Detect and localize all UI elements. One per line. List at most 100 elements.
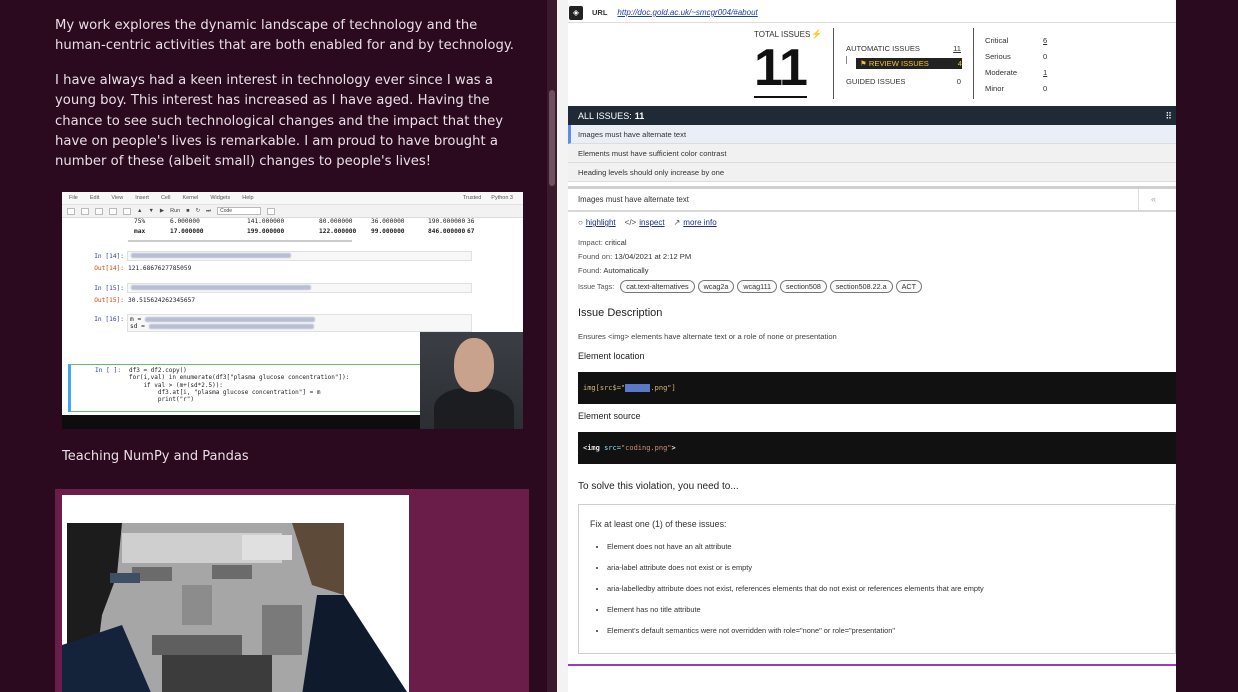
- url-label: URL: [592, 8, 608, 17]
- total-issues-count: 11: [754, 39, 808, 98]
- nb-menu-file: File: [69, 195, 78, 201]
- found-on-value: 13/04/2021 at 2:12 PM: [614, 252, 692, 261]
- intro-paragraph: My work explores the dynamic landscape o…: [55, 18, 514, 54]
- nb-menu-insert: Insert: [135, 195, 149, 201]
- notebook-toolbar: ▲ ▼ ▶ Run ■ ↻ ⏭ Code: [62, 205, 523, 218]
- element-location-title: Element location: [578, 351, 645, 361]
- severity-minor: Minor 0: [985, 84, 1048, 93]
- issue-list-item[interactable]: Elements must have sufficient color cont…: [568, 144, 1176, 163]
- review-issues-count[interactable]: 4: [952, 59, 962, 68]
- move-down-icon: ▼: [148, 208, 154, 214]
- solve-violation-title: To solve this violation, you need to...: [578, 481, 739, 492]
- cell-prompt: In [15]:: [94, 285, 124, 292]
- automatic-issues-count[interactable]: 11: [951, 44, 961, 53]
- list-item: Element does not have an alt attribute: [607, 542, 984, 563]
- lightning-icon: ⚡: [811, 29, 823, 39]
- highlight-button[interactable]: ○ highlight: [578, 218, 616, 227]
- nb-menu-widgets: Widgets: [210, 195, 231, 201]
- tag-badge: section508.22.a: [829, 280, 893, 293]
- review-issues-row[interactable]: ⚑ REVIEW ISSUES 4: [856, 58, 962, 69]
- cell-prompt: In [ ]:: [95, 367, 122, 374]
- inspect-button[interactable]: </> inspect: [625, 218, 665, 227]
- table-scrollbar: [128, 240, 352, 242]
- nb-menu-view: View: [111, 195, 124, 201]
- tool-logo-icon: ◈: [569, 5, 583, 20]
- severity-moderate[interactable]: Moderate 1: [985, 68, 1053, 77]
- issue-detail-title: Images must have alternate text: [578, 195, 689, 204]
- save-icon: [67, 207, 75, 215]
- nb-menu-cell: Cell: [160, 195, 171, 201]
- fix-list: Element does not have an alt attribute a…: [607, 542, 984, 647]
- keyboard-icon: [267, 207, 276, 215]
- divider: [568, 664, 1176, 666]
- severity-serious: Serious 0: [985, 52, 1048, 61]
- tag-badge: ACT: [895, 280, 922, 293]
- issue-detail-header: Images must have alternate text «: [568, 186, 1176, 212]
- all-issues-header: ALL ISSUES: 11 ⠿: [568, 106, 1176, 125]
- cell-prompt: In [14]:: [94, 253, 124, 260]
- list-item: Element has no title attribute: [607, 605, 984, 626]
- nb-menu-kernel: Kernel: [182, 195, 199, 201]
- issue-list-item[interactable]: Images must have alternate text: [568, 125, 1176, 144]
- tag-badge: wcag2a: [697, 280, 735, 293]
- run-label: Run: [170, 208, 181, 214]
- code-icon: </>: [624, 218, 637, 227]
- code-editor[interactable]: df3 = df2.copy() for(i,val) in enumerate…: [129, 367, 349, 403]
- portfolio-page: My work explores the dynamic landscape o…: [0, 0, 557, 692]
- paste-icon: [123, 207, 131, 215]
- blurred-code: [131, 284, 311, 290]
- url-bar: ◈ URL http://doc.gold.ac.uk/~smcgr004/#a…: [568, 3, 1176, 23]
- background-paragraph: I have always had a keen interest in tec…: [55, 73, 504, 170]
- cell-type-select: Code: [217, 207, 262, 215]
- accessibility-checker: ◈ URL http://doc.gold.ac.uk/~smcgr004/#a…: [557, 0, 1238, 692]
- active-code-cell[interactable]: In [ ]: df3 = df2.copy() for(i,val) in e…: [68, 364, 473, 412]
- nb-menu-edit: Edit: [89, 195, 100, 201]
- total-issues-label: TOTAL ISSUES: [754, 30, 811, 39]
- issues-summary: TOTAL ISSUES ⚡ 11 AUTOMATIC ISSUES 11 ⚑ …: [568, 24, 1176, 105]
- webcam-overlay: [420, 332, 523, 429]
- all-issues-count: 11: [634, 110, 645, 121]
- add-cell-icon: [81, 207, 89, 215]
- issue-actions: ○ highlight </> inspect ↗ more info: [578, 218, 717, 227]
- stop-icon: ■: [186, 208, 190, 214]
- nb-kernel: Python 3: [491, 195, 513, 201]
- scroll-thumb[interactable]: [549, 90, 555, 186]
- element-source-code[interactable]: <img src="coding.png">: [578, 432, 1176, 464]
- restart-icon: ↻: [195, 208, 201, 214]
- element-location-code[interactable]: img[src$="coding.png"]: [578, 372, 1176, 404]
- output-value: 121.6867627785059: [128, 265, 192, 272]
- move-up-icon: ▲: [137, 208, 143, 214]
- left-scrollbar[interactable]: [547, 0, 557, 692]
- project-card[interactable]: [55, 489, 529, 692]
- nb-trusted: Trusted: [462, 195, 482, 201]
- blurred-code: [131, 252, 291, 258]
- impact-line: Impact: critical: [578, 238, 627, 247]
- issue-list-item[interactable]: Heading levels should only increase by o…: [568, 163, 1176, 182]
- issue-tags: Issue Tags: cat.text-alternatives wcag2a…: [578, 280, 922, 293]
- cut-icon: [95, 207, 103, 215]
- more-info-link[interactable]: ↗ more info: [674, 218, 717, 227]
- cell-prompt: In [16]:: [94, 316, 124, 323]
- found-line: Found: Automatically: [578, 266, 649, 275]
- output-prompt: Out[14]:: [94, 265, 124, 272]
- issue-description: Ensures <img> elements have alternate te…: [578, 332, 837, 341]
- guided-issues-row[interactable]: GUIDED ISSUES 0: [846, 77, 961, 86]
- severity-critical[interactable]: Critical 6: [985, 36, 1053, 45]
- guided-issues-count: 0: [956, 77, 961, 86]
- tag-badge: section508: [780, 280, 827, 293]
- impact-value: critical: [605, 238, 627, 247]
- notebook-menubar: File Edit View Insert Cell Kernel Widget…: [62, 192, 523, 205]
- automatic-issues-row[interactable]: AUTOMATIC ISSUES 11: [846, 44, 961, 53]
- found-value: Automatically: [603, 266, 649, 275]
- url-link[interactable]: http://doc.gold.ac.uk/~smcgr004/#about: [617, 8, 757, 17]
- project-caption: Teaching NumPy and Pandas: [62, 449, 249, 464]
- pixel-portrait-image: [62, 495, 409, 692]
- previous-issue-icon[interactable]: «: [1138, 189, 1176, 210]
- circle-icon: ○: [578, 218, 583, 227]
- blurred-code: [144, 316, 315, 322]
- run-icon: ▶: [159, 208, 165, 214]
- list-item: aria-label attribute does not exist or i…: [607, 563, 984, 584]
- grid-menu-icon[interactable]: ⠿: [1165, 111, 1172, 122]
- selected-text: coding: [625, 384, 651, 392]
- external-link-icon: ↗: [673, 218, 681, 227]
